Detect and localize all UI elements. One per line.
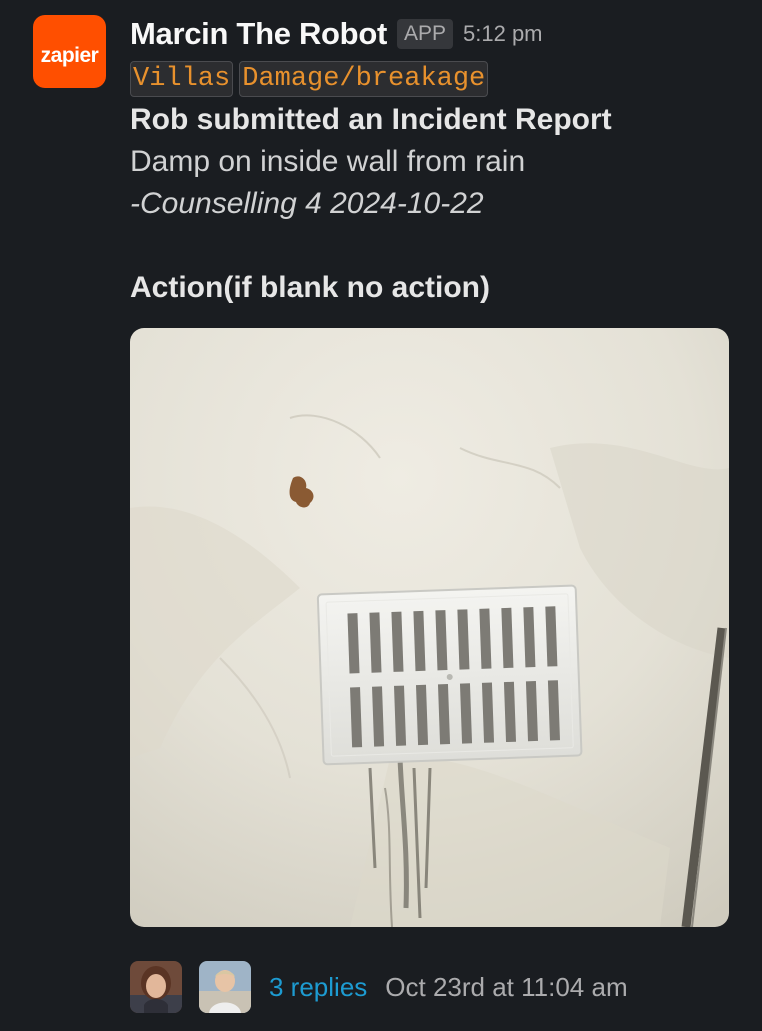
app-badge: APP [396,19,454,49]
action-label: Action(if blank no action) [130,271,490,304]
person-avatar-icon [130,961,182,1013]
wall-vent-photo [130,328,729,927]
thread-footer: 3 replies Oct 23rd at 11:04 am [130,960,628,1014]
tag-villas: Villas [130,61,234,97]
zapier-app-avatar[interactable]: zapier [33,15,106,88]
message-header: Marcin The Robot APP 5:12 pm [130,14,740,54]
attachment-image[interactable] [130,328,729,927]
report-title: Rob submitted an Incident Report [130,103,612,136]
message-timestamp[interactable]: 5:12 pm [463,21,543,47]
reply-avatar-2[interactable] [199,961,251,1013]
report-location-date: -Counselling 4 2024-10-22 [130,187,484,220]
replies-link[interactable]: 3 replies [269,972,367,1003]
last-reply-time: Oct 23rd at 11:04 am [385,971,628,1002]
report-description: Damp on inside wall from rain [130,145,526,178]
zapier-logo-text: zapier [40,43,99,67]
tag-damage-breakage: Damage/breakage [239,61,489,97]
person-avatar-icon [199,961,251,1013]
line-spacer [130,225,740,267]
message-body: Marcin The Robot APP 5:12 pm Villas Dama… [130,14,740,309]
reply-avatar-1[interactable] [130,961,182,1013]
tag-row: Villas Damage/breakage [130,61,740,99]
sender-name[interactable]: Marcin The Robot [130,16,387,52]
